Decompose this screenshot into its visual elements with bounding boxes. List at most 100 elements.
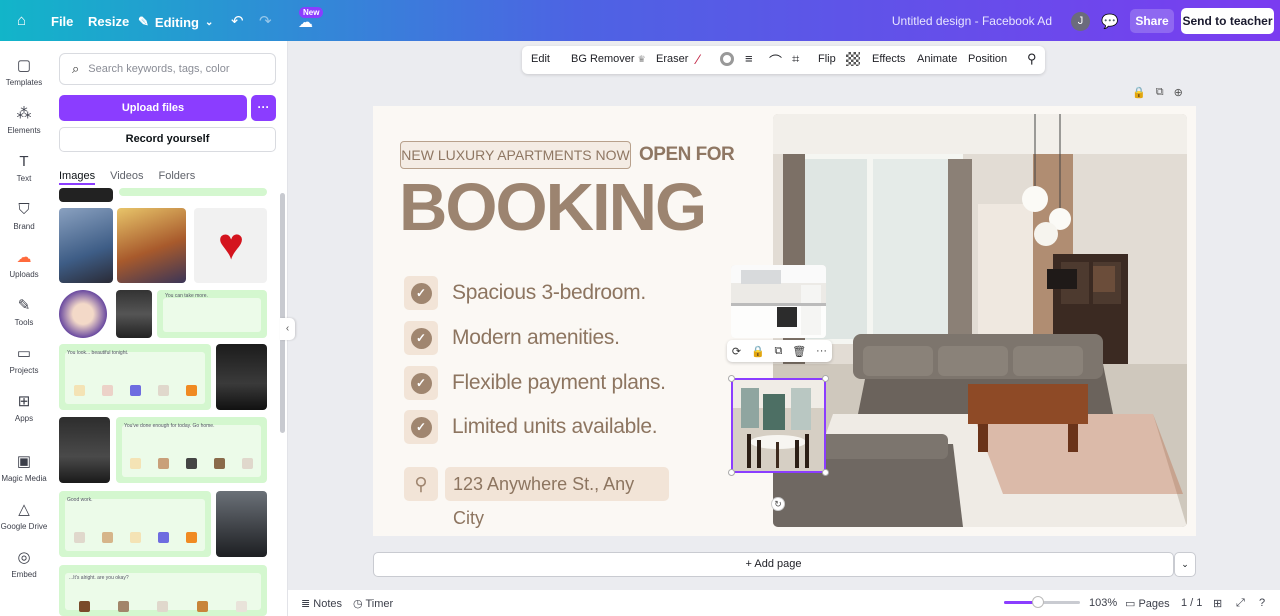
pattern-icon[interactable] bbox=[846, 52, 860, 66]
upload-thumbnail[interactable] bbox=[59, 188, 113, 202]
upload-thumbnail[interactable] bbox=[117, 208, 186, 283]
flip-button[interactable]: Flip bbox=[818, 53, 836, 65]
rail-brand[interactable]: ⛉ Brand bbox=[0, 200, 48, 231]
upload-thumbnail[interactable] bbox=[59, 290, 107, 338]
rail-text[interactable]: T Text bbox=[0, 152, 48, 183]
rotate-icon[interactable]: ↻ bbox=[771, 497, 785, 511]
resize-handle[interactable] bbox=[728, 375, 735, 382]
feature-item[interactable]: ✓ Limited units available. bbox=[404, 410, 658, 444]
add-page-icon[interactable]: ⊕ bbox=[1174, 86, 1183, 99]
tab-folders[interactable]: Folders bbox=[159, 170, 196, 185]
resize-handle[interactable] bbox=[822, 469, 829, 476]
upload-thumbnail[interactable] bbox=[59, 417, 110, 483]
rail-google-drive[interactable]: △ Google Drive bbox=[0, 500, 48, 531]
tab-videos[interactable]: Videos bbox=[110, 170, 143, 185]
feature-item[interactable]: ✓ Spacious 3-bedroom. bbox=[404, 276, 646, 310]
undo-icon[interactable]: ↶ bbox=[231, 12, 244, 30]
feature-text: Flexible payment plans. bbox=[452, 371, 666, 394]
border-style-icon[interactable]: ≡ bbox=[745, 51, 753, 66]
panel-scrollbar[interactable] bbox=[280, 193, 285, 433]
more-icon[interactable]: ··· bbox=[816, 345, 827, 357]
timer-button[interactable]: ◷ Timer bbox=[353, 597, 393, 610]
feature-item[interactable]: ✓ Modern amenities. bbox=[404, 321, 620, 355]
resize-handle[interactable] bbox=[822, 375, 829, 382]
rail-tools[interactable]: ✎ Tools bbox=[0, 296, 48, 327]
duplicate-icon[interactable]: ⧉ bbox=[775, 345, 783, 358]
address-text[interactable]: 123 Anywhere St., Any City bbox=[445, 467, 669, 528]
file-menu[interactable]: File bbox=[51, 14, 73, 29]
document-title[interactable]: Untitled design - Facebook Ad bbox=[892, 14, 1052, 28]
rail-label: Uploads bbox=[9, 270, 39, 279]
record-yourself-button[interactable]: Record yourself bbox=[59, 127, 276, 152]
editing-mode-dropdown[interactable]: ✎ Editing ⌄ bbox=[138, 14, 213, 30]
resize-handle[interactable] bbox=[728, 469, 735, 476]
upload-thumbnail[interactable]: You've done enough for today. Go home. bbox=[116, 417, 267, 483]
upload-thumbnail[interactable]: ...It's alright. are you okay? bbox=[59, 565, 267, 616]
delete-icon[interactable]: 🗑 bbox=[792, 345, 806, 358]
resize-menu[interactable]: Resize bbox=[88, 14, 129, 29]
upload-thumbnail[interactable]: ♥ bbox=[194, 208, 267, 283]
notes-button[interactable]: ≣ Notes bbox=[301, 597, 342, 610]
dining-room-photo-selected[interactable] bbox=[731, 378, 826, 473]
thumbnail-caption: Good work. bbox=[67, 497, 93, 503]
help-icon[interactable]: ? bbox=[1259, 597, 1265, 609]
upload-thumbnail[interactable] bbox=[216, 344, 267, 410]
zoom-level[interactable]: 103% bbox=[1089, 597, 1117, 609]
bg-remover-button[interactable]: BG Remover ♛ bbox=[571, 53, 646, 65]
rail-uploads[interactable]: ☁ Uploads bbox=[0, 248, 48, 279]
avatar[interactable]: J bbox=[1071, 12, 1090, 31]
rail-elements[interactable]: ⁂ Elements bbox=[0, 104, 48, 135]
check-icon: ✓ bbox=[410, 416, 432, 438]
lock-icon[interactable]: 🔒 bbox=[1132, 86, 1146, 99]
animate-button[interactable]: Animate bbox=[917, 53, 957, 65]
upload-thumbnail[interactable] bbox=[119, 188, 267, 196]
rail-label: Elements bbox=[7, 126, 41, 135]
collapse-panel-icon[interactable]: ‹ bbox=[280, 318, 295, 340]
effects-button[interactable]: Effects bbox=[872, 53, 905, 65]
send-to-teacher-button[interactable]: Send to teacher bbox=[1181, 8, 1274, 34]
pen-icon[interactable]: ⁄ bbox=[697, 51, 699, 67]
upload-thumbnail[interactable] bbox=[59, 208, 113, 283]
upload-thumbnail[interactable]: You can take more. bbox=[157, 290, 267, 338]
search-input[interactable]: ⌕ Search keywords, tags, color bbox=[59, 53, 276, 85]
duplicate-page-icon[interactable]: ⧉ bbox=[1156, 86, 1164, 99]
fullscreen-icon[interactable]: ⤢ bbox=[1236, 597, 1245, 610]
paint-format-icon[interactable]: ⚲ bbox=[1027, 51, 1037, 67]
location-pin-icon[interactable]: ⚲ bbox=[404, 467, 438, 501]
open-for-text[interactable]: OPEN FOR bbox=[639, 144, 735, 166]
position-button[interactable]: Position bbox=[968, 53, 1007, 65]
rail-templates[interactable]: ▢ Templates bbox=[0, 56, 48, 87]
upload-thumbnail[interactable]: You look... beautiful tonight. bbox=[59, 344, 211, 410]
rail-magic-media[interactable]: ▣ Magic Media bbox=[0, 452, 48, 483]
rail-projects[interactable]: ▭ Projects bbox=[0, 344, 48, 375]
tab-images[interactable]: Images bbox=[59, 170, 96, 185]
living-room-photo[interactable] bbox=[773, 114, 1187, 527]
add-page-button[interactable]: + Add page bbox=[373, 552, 1174, 577]
upload-thumbnail[interactable]: Good work. bbox=[59, 491, 211, 557]
chevron-down-icon[interactable]: ⌄ bbox=[1174, 552, 1196, 577]
transparency-icon[interactable] bbox=[720, 52, 734, 66]
grid-view-icon[interactable]: ⊞ bbox=[1213, 597, 1222, 610]
edit-button[interactable]: Edit bbox=[531, 53, 550, 65]
kitchen-photo[interactable] bbox=[731, 265, 826, 338]
redo-icon[interactable]: ↷ bbox=[259, 12, 272, 30]
home-icon[interactable]: ⌂ bbox=[17, 12, 26, 29]
promo-badge[interactable]: NEW LUXURY APARTMENTS NOW bbox=[400, 141, 631, 169]
pages-button[interactable]: ▭ Pages bbox=[1125, 597, 1170, 610]
replace-icon[interactable]: ⟳ bbox=[732, 345, 741, 358]
upload-thumbnail[interactable] bbox=[216, 491, 267, 557]
eraser-button[interactable]: Eraser bbox=[656, 53, 688, 65]
lock-icon[interactable]: 🔒 bbox=[751, 345, 765, 358]
zoom-slider-handle[interactable] bbox=[1032, 596, 1044, 608]
crop-icon[interactable]: ⌗ bbox=[792, 51, 799, 67]
comment-icon[interactable]: 💬 bbox=[1099, 10, 1121, 32]
upload-files-button[interactable]: Upload files bbox=[59, 95, 247, 121]
headline[interactable]: BOOKING bbox=[399, 170, 707, 246]
rail-apps[interactable]: ⊞ Apps bbox=[0, 392, 48, 423]
corner-rounding-icon[interactable]: ⌒ bbox=[769, 51, 782, 70]
upload-thumbnail[interactable] bbox=[116, 290, 152, 338]
feature-item[interactable]: ✓ Flexible payment plans. bbox=[404, 366, 666, 400]
rail-embed[interactable]: ◎ Embed bbox=[0, 548, 48, 579]
more-icon[interactable]: ··· bbox=[251, 95, 276, 121]
share-button[interactable]: Share bbox=[1130, 9, 1174, 33]
